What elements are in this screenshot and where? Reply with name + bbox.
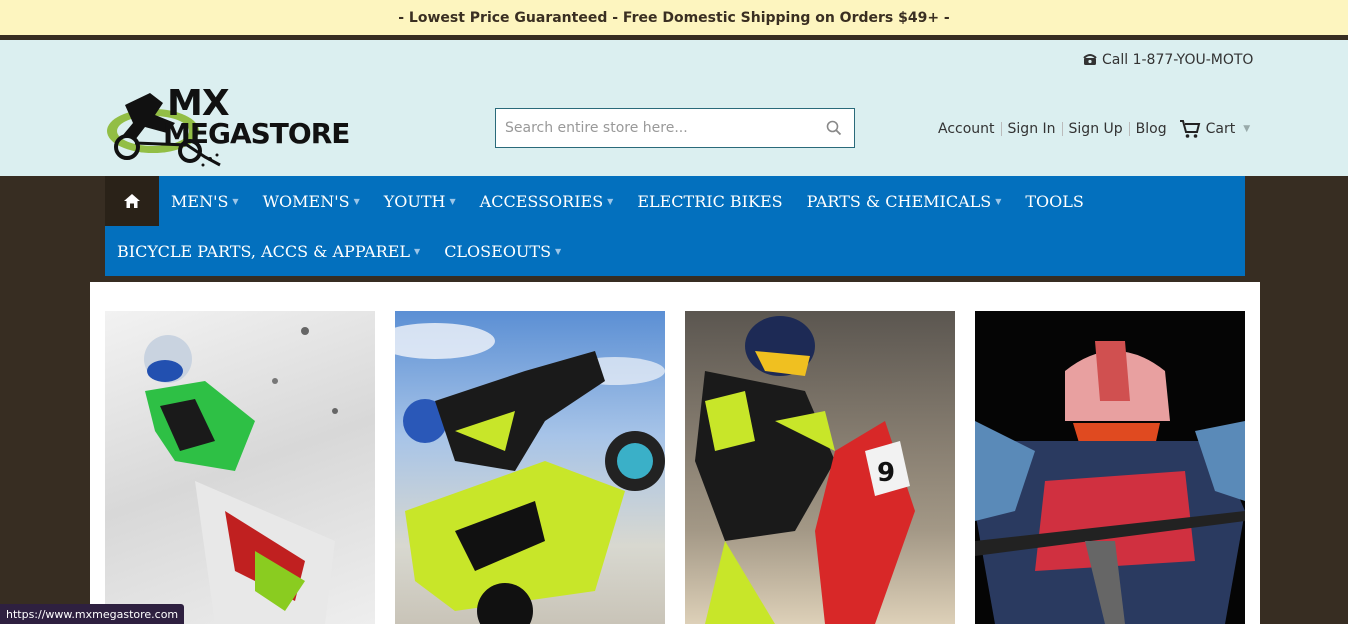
chevron-down-icon: ▼ xyxy=(232,196,239,206)
home-icon xyxy=(124,194,140,208)
category-tile-mx[interactable]: 9 xyxy=(685,311,955,624)
motocross-rider-image: 9 xyxy=(695,316,915,624)
cart-button[interactable]: Cart ▼ xyxy=(1179,119,1251,139)
nav-item-youth[interactable]: YOUTH ▼ xyxy=(372,176,468,226)
snowmobile-rider-image xyxy=(144,327,338,624)
link-separator xyxy=(1000,122,1002,136)
nav-item-womens[interactable]: WOMEN'S ▼ xyxy=(251,176,372,226)
category-tile-street[interactable] xyxy=(395,311,665,624)
nav-item-tools[interactable]: TOOLS xyxy=(1013,176,1096,226)
status-bar-url: https://www.mxmegastore.com xyxy=(0,604,185,624)
home-button[interactable] xyxy=(105,176,159,226)
nav-item-electric-bikes[interactable]: ELECTRIC BIKES xyxy=(625,176,794,226)
main-navigation: MEN'S ▼ WOMEN'S ▼ YOUTH ▼ ACCESSORIES ▼ ELEC… xyxy=(105,176,1245,276)
category-tiles: 9 xyxy=(90,282,1260,624)
chevron-down-icon: ▼ xyxy=(555,246,562,256)
logo-wordmark: MX MEGASTORE xyxy=(163,83,350,151)
chevron-down-icon: ▼ xyxy=(995,196,1002,206)
search-box xyxy=(495,108,855,148)
chevron-down-icon: ▼ xyxy=(414,246,421,256)
chevron-down-icon: ▼ xyxy=(607,196,614,206)
nav-row-secondary: BICYCLE PARTS, ACCS & APPAREL ▼ CLOSEOUTS… xyxy=(105,226,1245,276)
cart-label: Cart xyxy=(1205,121,1236,137)
sign-up-link[interactable]: Sign Up xyxy=(1069,121,1123,137)
phone-icon xyxy=(1083,54,1097,65)
mountain-biker-image xyxy=(975,341,1245,624)
chevron-down-icon: ▼ xyxy=(353,196,360,206)
stunt-motorcycle-image xyxy=(395,323,665,624)
link-separator xyxy=(1128,122,1130,136)
nav-item-closeouts[interactable]: CLOSEOUTS ▼ xyxy=(432,226,573,276)
chevron-down-icon: ▼ xyxy=(1243,124,1251,134)
phone-link[interactable]: Call 1-877-YOU-MOTO xyxy=(1083,52,1253,68)
phone-text: Call 1-877-YOU-MOTO xyxy=(1102,52,1254,68)
site-header: Call 1-877-YOU-MOTO MX MEGASTORE Account xyxy=(0,40,1348,176)
account-link[interactable]: Account xyxy=(938,121,995,137)
svg-text:9: 9 xyxy=(877,458,895,488)
link-separator xyxy=(1061,122,1063,136)
category-tile-bicycle[interactable] xyxy=(975,311,1245,624)
promo-text: - Lowest Price Guaranteed - Free Domesti… xyxy=(398,9,950,26)
category-tile-snow[interactable] xyxy=(105,311,375,624)
account-links: Account Sign In Sign Up Blog Cart ▼ xyxy=(938,119,1250,139)
search-icon xyxy=(826,120,842,136)
nav-item-parts-chemicals[interactable]: PARTS & CHEMICALS ▼ xyxy=(795,176,1014,226)
promo-banner: - Lowest Price Guaranteed - Free Domesti… xyxy=(0,0,1348,35)
nav-item-accessories[interactable]: ACCESSORIES ▼ xyxy=(468,176,626,226)
site-logo[interactable]: MX MEGASTORE xyxy=(105,85,385,170)
nav-row-primary: MEN'S ▼ WOMEN'S ▼ YOUTH ▼ ACCESSORIES ▼ ELEC… xyxy=(105,176,1245,226)
blog-link[interactable]: Blog xyxy=(1136,121,1167,137)
sign-in-link[interactable]: Sign In xyxy=(1008,121,1056,137)
chevron-down-icon: ▼ xyxy=(449,196,456,206)
search-button[interactable] xyxy=(814,109,854,147)
nav-item-bicycle[interactable]: BICYCLE PARTS, ACCS & APPAREL ▼ xyxy=(105,226,432,276)
nav-item-mens[interactable]: MEN'S ▼ xyxy=(159,176,251,226)
search-input[interactable] xyxy=(496,109,814,147)
cart-icon xyxy=(1179,120,1200,138)
